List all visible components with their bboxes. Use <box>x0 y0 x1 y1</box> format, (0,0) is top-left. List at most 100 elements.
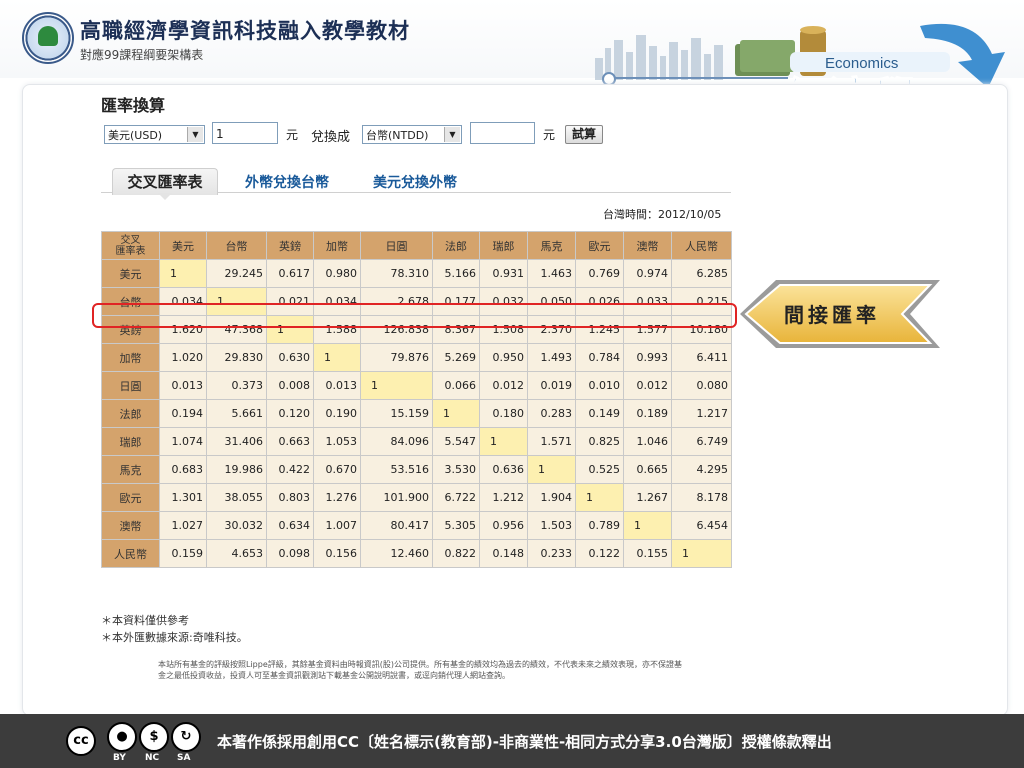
rate-cell: 1.212 <box>479 483 528 512</box>
column-header: 美元 <box>159 231 207 260</box>
rate-cell: 6.411 <box>671 343 732 372</box>
rate-cell: 0.974 <box>623 259 672 288</box>
rate-cell: 0.194 <box>159 399 207 428</box>
chevron-down-icon[interactable]: ▼ <box>444 127 460 142</box>
rate-cell: 0.180 <box>479 399 528 428</box>
row-header: 加幣 <box>101 343 160 372</box>
amount-input[interactable]: 1 <box>212 122 278 144</box>
corner-line-2: 匯率表 <box>115 245 146 257</box>
table-row: 歐元 1.301 38.055 0.803 1.276 101.900 6.722 1.212… <box>101 483 732 512</box>
column-header: 馬克 <box>527 231 576 260</box>
rate-cell: 4.295 <box>671 455 732 484</box>
rate-cell: 15.159 <box>360 399 433 428</box>
rate-cell: 8.178 <box>671 483 732 512</box>
note-reference: ＊本資料僅供參考 <box>101 614 189 627</box>
indirect-rate-highlight <box>92 303 737 328</box>
rate-cell: 0.155 <box>623 539 672 568</box>
rate-cell: 1 <box>575 483 624 512</box>
amount-unit-label: 元 <box>286 128 299 142</box>
cc-icon: cc <box>66 726 96 756</box>
rate-cell: 1.007 <box>313 511 361 540</box>
calculate-button[interactable]: 試算 <box>565 125 603 144</box>
row-header: 法郎 <box>101 399 160 428</box>
rate-cell: 3.530 <box>432 455 480 484</box>
column-header: 瑞郎 <box>479 231 528 260</box>
rate-cell: 0.190 <box>313 399 361 428</box>
rate-cell: 1.276 <box>313 483 361 512</box>
cross-rate-table: 交叉 匯率表 美元 台幣 英鎊 加幣 日圓 法郎 瑞郎 馬克 歐元 澳幣 人民幣 美元 1 29.245… <box>101 231 732 568</box>
table-row: 法郎 0.194 5.661 0.120 0.190 15.159 1 0.180 0.283 0… <box>101 399 732 428</box>
column-header: 日圓 <box>360 231 433 260</box>
rate-cell: 0.013 <box>159 371 207 400</box>
rate-cell: 5.661 <box>206 399 267 428</box>
rate-cell: 0.993 <box>623 343 672 372</box>
logo-subtext: Economics <box>825 55 898 72</box>
rate-cell: 0.019 <box>527 371 576 400</box>
rate-cell: 0.066 <box>432 371 480 400</box>
rate-cell: 5.269 <box>432 343 480 372</box>
rate-cell: 79.876 <box>360 343 433 372</box>
rate-cell: 1 <box>360 371 433 400</box>
rate-cell: 1.493 <box>527 343 576 372</box>
row-header: 澳幣 <box>101 511 160 540</box>
rate-cell: 1 <box>159 259 207 288</box>
row-header: 歐元 <box>101 483 160 512</box>
column-header: 台幣 <box>206 231 267 260</box>
converter-title: 匯率換算 <box>101 96 166 115</box>
rate-cell: 1.463 <box>527 259 576 288</box>
to-currency-select[interactable]: 台幣(NTDD) ▼ <box>362 125 462 144</box>
tab-cross-rate[interactable]: 交叉匯率表 <box>112 168 218 195</box>
column-header: 澳幣 <box>623 231 672 260</box>
rate-cell: 19.986 <box>206 455 267 484</box>
result-input[interactable] <box>470 122 535 144</box>
rate-cell: 78.310 <box>360 259 433 288</box>
rate-cell: 0.630 <box>266 343 314 372</box>
table-row: 美元 1 29.245 0.617 0.980 78.310 5.166 0.931 1.463… <box>101 259 732 288</box>
note-source: ＊本外匯數據來源:奇唯科技。 <box>101 631 248 644</box>
rate-cell: 0.149 <box>575 399 624 428</box>
rate-cell: 80.417 <box>360 511 433 540</box>
rate-cell: 6.454 <box>671 511 732 540</box>
rate-cell: 29.245 <box>206 259 267 288</box>
rate-cell: 0.012 <box>623 371 672 400</box>
table-row: 瑞郎 1.074 31.406 0.663 1.053 84.096 5.547 1 1.571… <box>101 427 732 456</box>
corner-line-1: 交叉 <box>120 234 141 246</box>
license-text: 本著作係採用創用CC〔姓名標示(教育部)-非商業性-相同方式分享3.0台灣版〕授… <box>217 733 832 751</box>
rate-cell: 0.950 <box>479 343 528 372</box>
rate-cell: 5.166 <box>432 259 480 288</box>
rate-cell: 84.096 <box>360 427 433 456</box>
rate-cell: 1.267 <box>623 483 672 512</box>
rate-cell: 0.663 <box>266 427 314 456</box>
rate-cell: 1.046 <box>623 427 672 456</box>
rate-cell: 1.301 <box>159 483 207 512</box>
page-title: 高職經濟學資訊科技融入教學教材 <box>80 19 410 43</box>
table-row: 日圓 0.013 0.373 0.008 0.013 1 0.066 0.012 0.019 0.… <box>101 371 732 400</box>
rate-cell: 0.825 <box>575 427 624 456</box>
from-currency-select[interactable]: 美元(USD) ▼ <box>104 125 205 144</box>
convert-to-label: 兌換成 <box>311 130 351 145</box>
rate-cell: 0.013 <box>313 371 361 400</box>
rate-cell: 1.027 <box>159 511 207 540</box>
attribution-icon: ● <box>107 722 137 752</box>
rate-cell: 0.769 <box>575 259 624 288</box>
rate-cell: 0.784 <box>575 343 624 372</box>
rate-cell: 0.012 <box>479 371 528 400</box>
rate-cell: 0.373 <box>206 371 267 400</box>
row-header: 美元 <box>101 259 160 288</box>
row-header: 人民幣 <box>101 539 160 568</box>
rate-cell: 0.789 <box>575 511 624 540</box>
rate-cell: 0.617 <box>266 259 314 288</box>
rate-cell: 6.722 <box>432 483 480 512</box>
rate-cell: 5.547 <box>432 427 480 456</box>
tab-usd-to-foreign[interactable]: 美元兌換外幣 <box>373 172 457 192</box>
tab-foreign-to-twd[interactable]: 外幣兌換台幣 <box>245 172 329 192</box>
chevron-down-icon[interactable]: ▼ <box>187 127 203 142</box>
active-tab-pointer <box>158 193 172 200</box>
rate-cell: 1 <box>479 427 528 456</box>
result-unit-label: 元 <box>543 128 556 142</box>
rate-cell: 0.803 <box>266 483 314 512</box>
rate-cell: 38.055 <box>206 483 267 512</box>
rate-cell: 0.636 <box>479 455 528 484</box>
column-header: 英鎊 <box>266 231 314 260</box>
ministry-seal-icon <box>22 12 74 64</box>
